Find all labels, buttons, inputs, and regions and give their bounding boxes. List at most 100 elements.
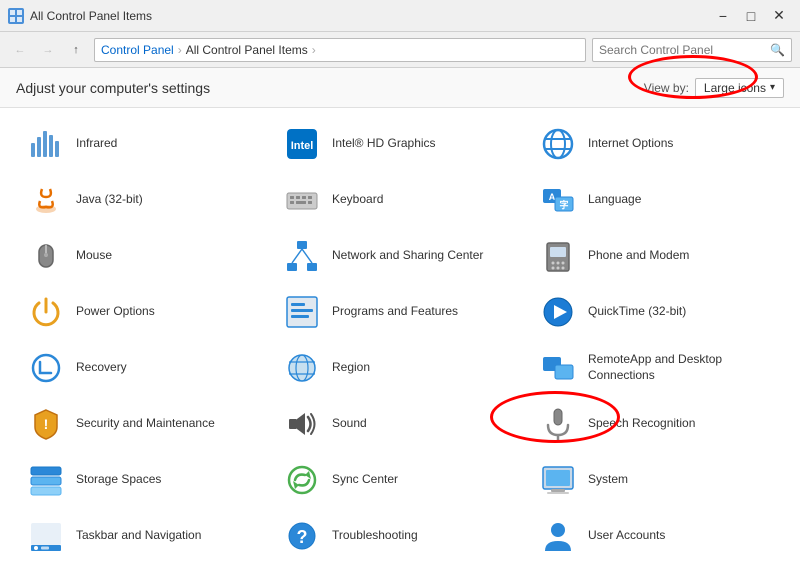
main-content: Infrared Intel Intel® HD Graphics Internet … <box>0 108 800 565</box>
java-label: Java (32-bit) <box>76 192 143 208</box>
panel-item-security-maintenance[interactable]: ! Security and Maintenance <box>16 396 272 452</box>
taskbar-navigation-label: Taskbar and Navigation <box>76 528 201 544</box>
internet-options-label: Internet Options <box>588 136 673 152</box>
quicktime-label: QuickTime (32-bit) <box>588 304 686 320</box>
panel-item-remoteapp[interactable]: RemoteApp and Desktop Connections <box>528 340 784 396</box>
region-label: Region <box>332 360 370 376</box>
svg-text:!: ! <box>44 416 49 432</box>
panel-grid: Infrared Intel Intel® HD Graphics Internet … <box>16 116 784 565</box>
recovery-label: Recovery <box>76 360 127 376</box>
phone-modem-icon <box>538 236 578 276</box>
region-icon <box>282 348 322 388</box>
window-controls[interactable]: − □ ✕ <box>710 3 792 29</box>
window-icon <box>8 8 24 24</box>
panel-item-troubleshooting[interactable]: ? Troubleshooting <box>272 508 528 564</box>
panel-item-language[interactable]: A字 Language <box>528 172 784 228</box>
panel-item-java[interactable]: Java (32-bit) <box>16 172 272 228</box>
panel-item-mouse[interactable]: Mouse <box>16 228 272 284</box>
panel-item-power-options[interactable]: Power Options <box>16 284 272 340</box>
quicktime-icon <box>538 292 578 332</box>
sound-icon <box>282 404 322 444</box>
minimize-button[interactable]: − <box>710 3 736 29</box>
view-value: Large icons <box>704 81 766 95</box>
security-maintenance-icon: ! <box>26 404 66 444</box>
power-options-label: Power Options <box>76 304 155 320</box>
phone-modem-label: Phone and Modem <box>588 248 689 264</box>
panel-items-area: Infrared Intel Intel® HD Graphics Internet … <box>0 108 800 565</box>
back-button[interactable]: ← <box>8 38 32 62</box>
panel-item-system[interactable]: System <box>528 452 784 508</box>
infrared-icon <box>26 124 66 164</box>
remoteapp-icon <box>538 348 578 388</box>
search-button[interactable]: 🔍 <box>770 43 785 57</box>
panel-item-infrared[interactable]: Infrared <box>16 116 272 172</box>
keyboard-label: Keyboard <box>332 192 383 208</box>
storage-spaces-label: Storage Spaces <box>76 472 161 488</box>
system-icon <box>538 460 578 500</box>
panel-item-quicktime[interactable]: QuickTime (32-bit) <box>528 284 784 340</box>
svg-text:Intel: Intel <box>291 140 314 152</box>
speech-recognition-label: Speech Recognition <box>588 416 695 432</box>
user-accounts-icon <box>538 516 578 556</box>
security-maintenance-label: Security and Maintenance <box>76 416 215 432</box>
window-title: All Control Panel Items <box>30 9 152 23</box>
sound-label: Sound <box>332 416 367 432</box>
search-input[interactable] <box>599 43 770 57</box>
view-by-label: View by: <box>644 81 689 95</box>
title-bar: All Control Panel Items − □ ✕ <box>0 0 800 32</box>
panel-item-storage-spaces[interactable]: Storage Spaces <box>16 452 272 508</box>
troubleshooting-label: Troubleshooting <box>332 528 418 544</box>
panel-item-keyboard[interactable]: Keyboard <box>272 172 528 228</box>
language-label: Language <box>588 192 641 208</box>
infrared-label: Infrared <box>76 136 117 152</box>
internet-options-icon <box>538 124 578 164</box>
panel-item-user-accounts[interactable]: User Accounts <box>528 508 784 564</box>
svg-text:?: ? <box>297 527 308 547</box>
breadcrumb-control-panel[interactable]: Control Panel <box>101 43 174 57</box>
network-sharing-icon <box>282 236 322 276</box>
title-bar-left: All Control Panel Items <box>8 8 152 24</box>
recovery-icon <box>26 348 66 388</box>
panel-item-internet-options[interactable]: Internet Options <box>528 116 784 172</box>
panel-item-taskbar-navigation[interactable]: Taskbar and Navigation <box>16 508 272 564</box>
search-box[interactable]: 🔍 <box>592 38 792 62</box>
panel-item-speech-recognition[interactable]: Speech Recognition <box>528 396 784 452</box>
forward-button[interactable]: → <box>36 38 60 62</box>
breadcrumb-current: All Control Panel Items <box>186 43 308 57</box>
panel-item-phone-modem[interactable]: Phone and Modem <box>528 228 784 284</box>
breadcrumb-bar: Control Panel › All Control Panel Items … <box>94 38 586 62</box>
close-button[interactable]: ✕ <box>766 3 792 29</box>
breadcrumb-separator: › <box>178 43 182 57</box>
system-label: System <box>588 472 628 488</box>
panel-item-sound[interactable]: Sound <box>272 396 528 452</box>
mouse-label: Mouse <box>76 248 112 264</box>
panel-item-region[interactable]: Region <box>272 340 528 396</box>
network-sharing-label: Network and Sharing Center <box>332 248 483 264</box>
toolbar: Adjust your computer's settings View by:… <box>0 68 800 108</box>
up-button[interactable]: ↑ <box>64 38 88 62</box>
panel-item-sync-center[interactable]: Sync Center <box>272 452 528 508</box>
panel-item-recovery[interactable]: Recovery <box>16 340 272 396</box>
intel-hd-label: Intel® HD Graphics <box>332 136 436 152</box>
programs-features-icon <box>282 292 322 332</box>
panel-item-intel-hd[interactable]: Intel Intel® HD Graphics <box>272 116 528 172</box>
sync-center-icon <box>282 460 322 500</box>
breadcrumb-end: › <box>312 43 316 57</box>
speech-recognition-icon <box>538 404 578 444</box>
power-options-icon <box>26 292 66 332</box>
view-dropdown[interactable]: Large icons <box>695 78 784 98</box>
panel-item-network-sharing[interactable]: Network and Sharing Center <box>272 228 528 284</box>
maximize-button[interactable]: □ <box>738 3 764 29</box>
remoteapp-label: RemoteApp and Desktop Connections <box>588 352 774 383</box>
user-accounts-label: User Accounts <box>588 528 665 544</box>
intel-hd-icon: Intel <box>282 124 322 164</box>
sync-center-label: Sync Center <box>332 472 398 488</box>
keyboard-icon <box>282 180 322 220</box>
mouse-icon <box>26 236 66 276</box>
storage-spaces-icon <box>26 460 66 500</box>
language-icon: A字 <box>538 180 578 220</box>
navigation-bar: ← → ↑ Control Panel › All Control Panel … <box>0 32 800 68</box>
java-icon <box>26 180 66 220</box>
svg-text:字: 字 <box>559 199 568 210</box>
panel-item-programs-features[interactable]: Programs and Features <box>272 284 528 340</box>
